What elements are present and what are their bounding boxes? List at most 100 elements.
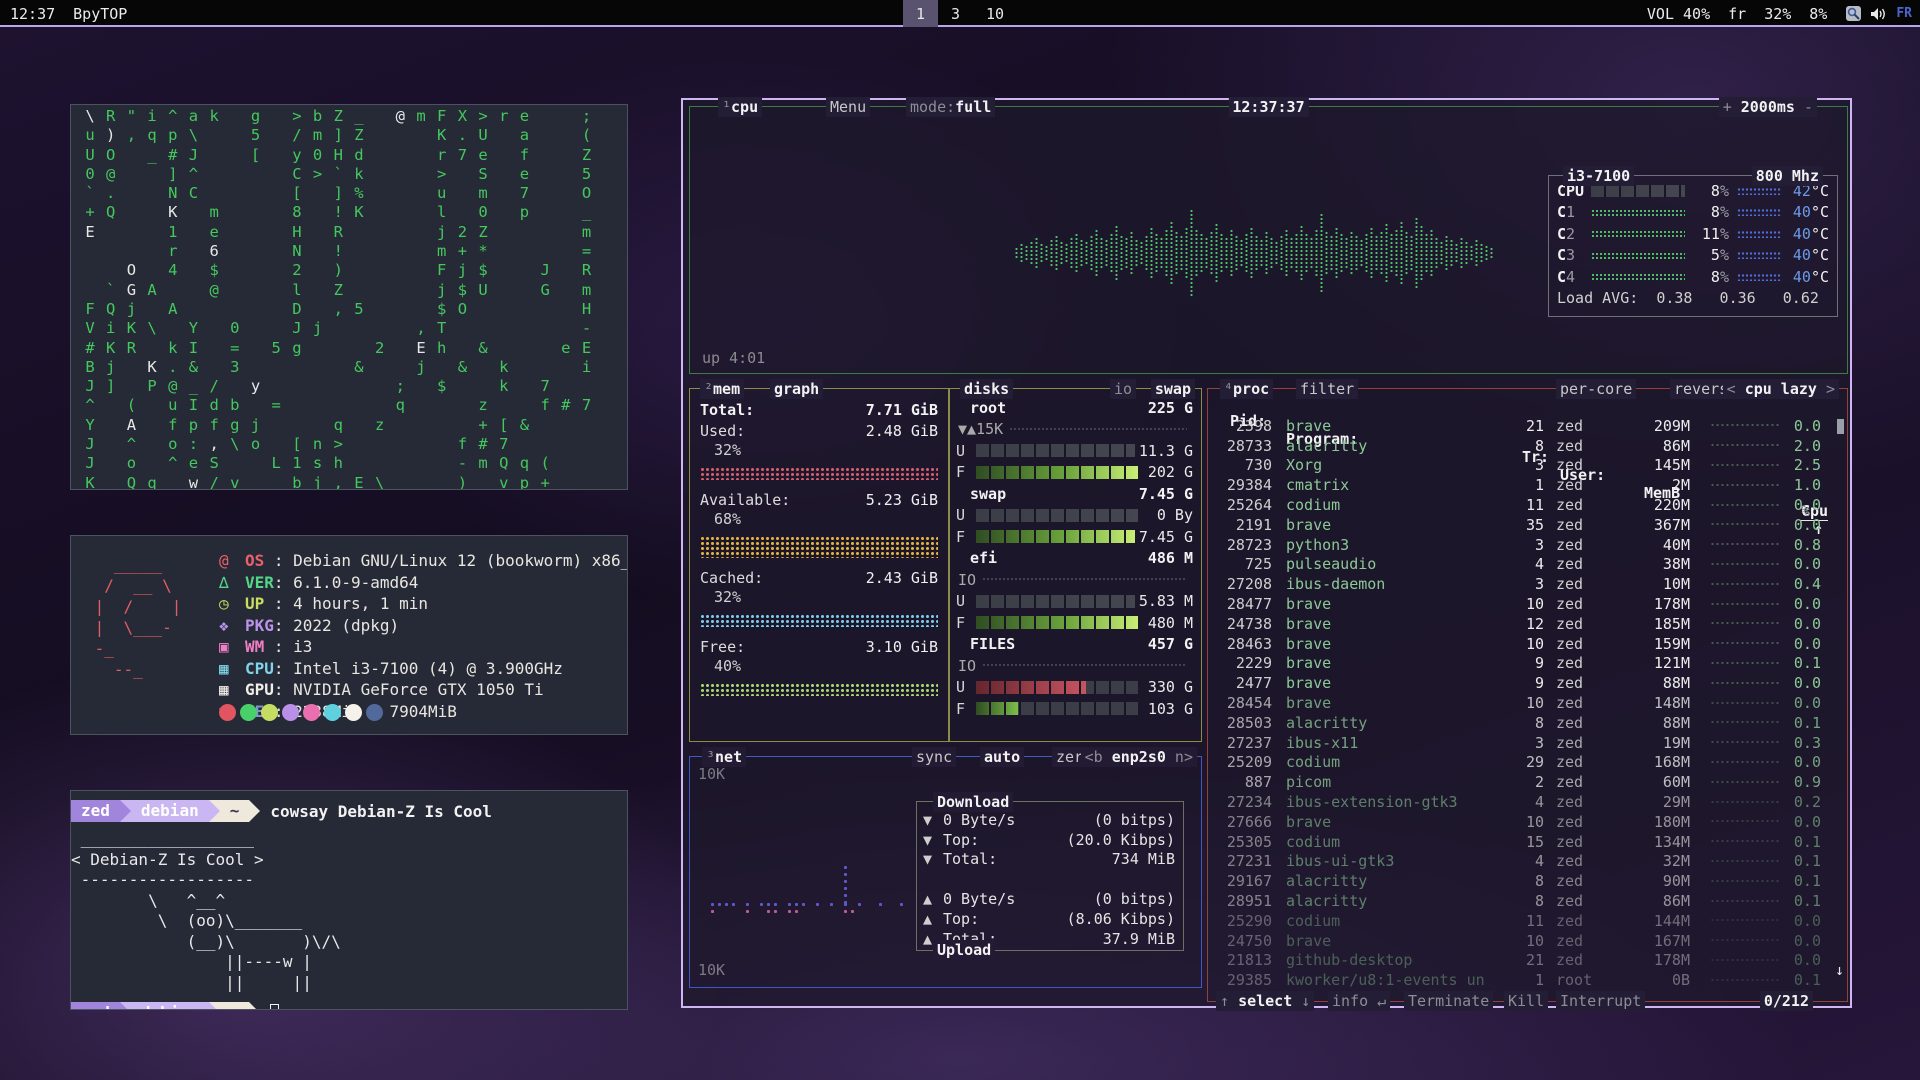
process-user: zed (1544, 496, 1620, 514)
process-row[interactable]: 27237ibus-x113zed19M0.3 (1208, 733, 1847, 753)
process-row[interactable]: 27231ibus-ui-gtk34zed32M0.1 (1208, 852, 1847, 872)
process-row[interactable]: 2477brave9zed88M0.0 (1208, 673, 1847, 693)
process-row[interactable]: 730Xorg3zed145M2.5 (1208, 456, 1847, 476)
graph-column (1370, 227, 1373, 279)
process-row[interactable]: 887picom2zed60M0.9 (1208, 772, 1847, 792)
process-row[interactable]: 28463brave10zed159M0.0 (1208, 634, 1847, 654)
net-sync-tab[interactable]: sync (912, 747, 956, 767)
net-box: ³net sync auto zero <b enp2s0 n> 10K 10K… (689, 756, 1202, 988)
net-graph-dot (900, 903, 903, 906)
disk-name: swap (956, 485, 1139, 503)
process-row[interactable]: 2229brave9zed121M0.1 (1208, 654, 1847, 674)
proc-info-button[interactable]: info ↵ (1328, 991, 1390, 1011)
process-row[interactable]: 27666brave10zed180M0.0 (1208, 812, 1847, 832)
cmatrix-terminal[interactable]: \ R " i ^ a k g > b Z _ @ m F X > r e ; … (70, 104, 628, 490)
graph-column (1165, 229, 1168, 277)
screenshot-tray-icon[interactable] (1845, 5, 1862, 22)
proc-terminate-button[interactable]: Terminate (1404, 991, 1493, 1011)
process-row[interactable]: 2398brave21zed209M0.0 (1208, 416, 1847, 436)
workspace-button[interactable]: 1 (903, 0, 938, 27)
process-threads: 2 (1498, 773, 1544, 791)
process-row[interactable]: 28733alacritty8zed86M2.0 (1208, 436, 1847, 456)
workspace-button[interactable]: 3 (938, 0, 973, 27)
bpytop-window[interactable]: ¹cpu Menu mode:full 12:37:37 + 2000ms - … (681, 98, 1852, 1008)
process-row[interactable]: 24750brave10zed167M0.0 (1208, 931, 1847, 951)
process-cpu-graph (1710, 918, 1780, 923)
mem-graph-tab[interactable]: graph (770, 379, 823, 399)
process-row[interactable]: 25209codium29zed168M0.0 (1208, 753, 1847, 773)
color-dot (345, 704, 362, 721)
graph-column (1355, 235, 1358, 271)
scroll-down-icon[interactable]: ↓ (1835, 961, 1844, 979)
process-row[interactable]: 28951alacritty8zed86M0.1 (1208, 891, 1847, 911)
graph-column (1045, 245, 1048, 261)
process-threads: 4 (1498, 793, 1544, 811)
process-pid: 27234 (1208, 793, 1272, 811)
process-row[interactable]: 2191brave35zed367M0.0 (1208, 515, 1847, 535)
graph-column (1150, 227, 1153, 279)
prompt-segment: zed (71, 800, 120, 822)
speaker-icon[interactable] (1870, 6, 1888, 22)
neofetch-terminal[interactable]: _____ / __ \ | / | | \___- -_ --_ @OS : … (70, 535, 628, 735)
process-row[interactable]: 21813github-desktop21zed178M0.0 (1208, 951, 1847, 971)
process-mem: 121M (1620, 654, 1690, 672)
process-row[interactable]: 29384cmatrix1zed2M1.0 (1208, 475, 1847, 495)
mem-entry-row: Used:2.48 GiB (700, 420, 938, 441)
lang-status: fr (1728, 5, 1746, 23)
process-row[interactable]: 25290codium11zed144M0.0 (1208, 911, 1847, 931)
menu-button[interactable]: Menu (826, 97, 870, 117)
disks-io-tab[interactable]: io (1110, 379, 1136, 399)
process-row[interactable]: 28477brave10zed178M0.0 (1208, 594, 1847, 614)
process-row[interactable]: 25305codium15zed134M0.1 (1208, 832, 1847, 852)
color-dot (366, 704, 383, 721)
interval-control[interactable]: + 2000ms - (1719, 97, 1817, 117)
cowsay-terminal[interactable]: zeddebian~cowsay Debian-Z Is Cool ______… (70, 790, 628, 1010)
graph-column (1460, 237, 1463, 269)
download-title: Download (933, 792, 1013, 812)
process-pid: 29385 (1208, 971, 1272, 987)
terminal-cursor[interactable] (270, 1004, 279, 1010)
process-row[interactable]: 29167alacritty8zed90M0.1 (1208, 871, 1847, 891)
process-row[interactable]: 27208ibus-daemon3zed10M0.4 (1208, 574, 1847, 594)
process-row[interactable]: 24738brave12zed185M0.0 (1208, 614, 1847, 634)
disks-swap-tab[interactable]: swap (1151, 379, 1195, 399)
graph-column (1350, 231, 1353, 275)
net-auto-tab[interactable]: auto (980, 747, 1024, 767)
process-row[interactable]: 725pulseaudio4zed38M0.0 (1208, 555, 1847, 575)
process-mem: 220M (1620, 496, 1690, 514)
mode-toggle[interactable]: mode:full (906, 97, 995, 117)
process-row[interactable]: 29385kworker/u8:1-events_un1root0B0.1 (1208, 970, 1847, 987)
process-pid: 730 (1208, 456, 1272, 474)
mem-percent: 68% (700, 510, 938, 531)
process-name: ibus-x11 (1272, 734, 1498, 752)
mem-percent: 32% (700, 588, 938, 609)
process-mem: 40M (1620, 536, 1690, 554)
graph-column (1400, 221, 1403, 285)
workspace-button[interactable]: 10 (973, 0, 1017, 27)
net-interface-selector[interactable]: <b enp2s0 n> (1081, 747, 1197, 767)
process-row[interactable]: 28503alacritty8zed88M0.1 (1208, 713, 1847, 733)
process-cpu-graph (1710, 899, 1780, 904)
graph-column (1470, 245, 1473, 261)
process-cpu: 0.2 (1780, 793, 1847, 811)
process-row[interactable]: 28723python33zed40M0.8 (1208, 535, 1847, 555)
free-label: F (956, 463, 976, 481)
proc-interrupt-button[interactable]: Interrupt (1556, 991, 1645, 1011)
process-row[interactable]: 25264codium11zed220M0.0 (1208, 495, 1847, 515)
proc-kill-button[interactable]: Kill (1504, 991, 1548, 1011)
process-threads: 9 (1498, 674, 1544, 692)
process-pid: 24738 (1208, 615, 1272, 633)
process-row[interactable]: 27234ibus-extension-gtk34zed29M0.2 (1208, 792, 1847, 812)
process-threads: 3 (1498, 575, 1544, 593)
process-user: zed (1544, 872, 1620, 890)
io-graph (982, 577, 1187, 582)
info-separator: : (274, 593, 293, 615)
graph-column (1465, 241, 1468, 265)
keyboard-layout-indicator[interactable]: FR (1896, 6, 1912, 21)
process-row[interactable]: 28454brave10zed148M0.0 (1208, 693, 1847, 713)
process-user: zed (1544, 476, 1620, 494)
proc-scrollbar[interactable] (1837, 419, 1844, 434)
graph-column (1440, 241, 1443, 265)
graph-column (1305, 233, 1308, 273)
proc-select-hint[interactable]: ↑ select ↓ (1216, 991, 1314, 1011)
